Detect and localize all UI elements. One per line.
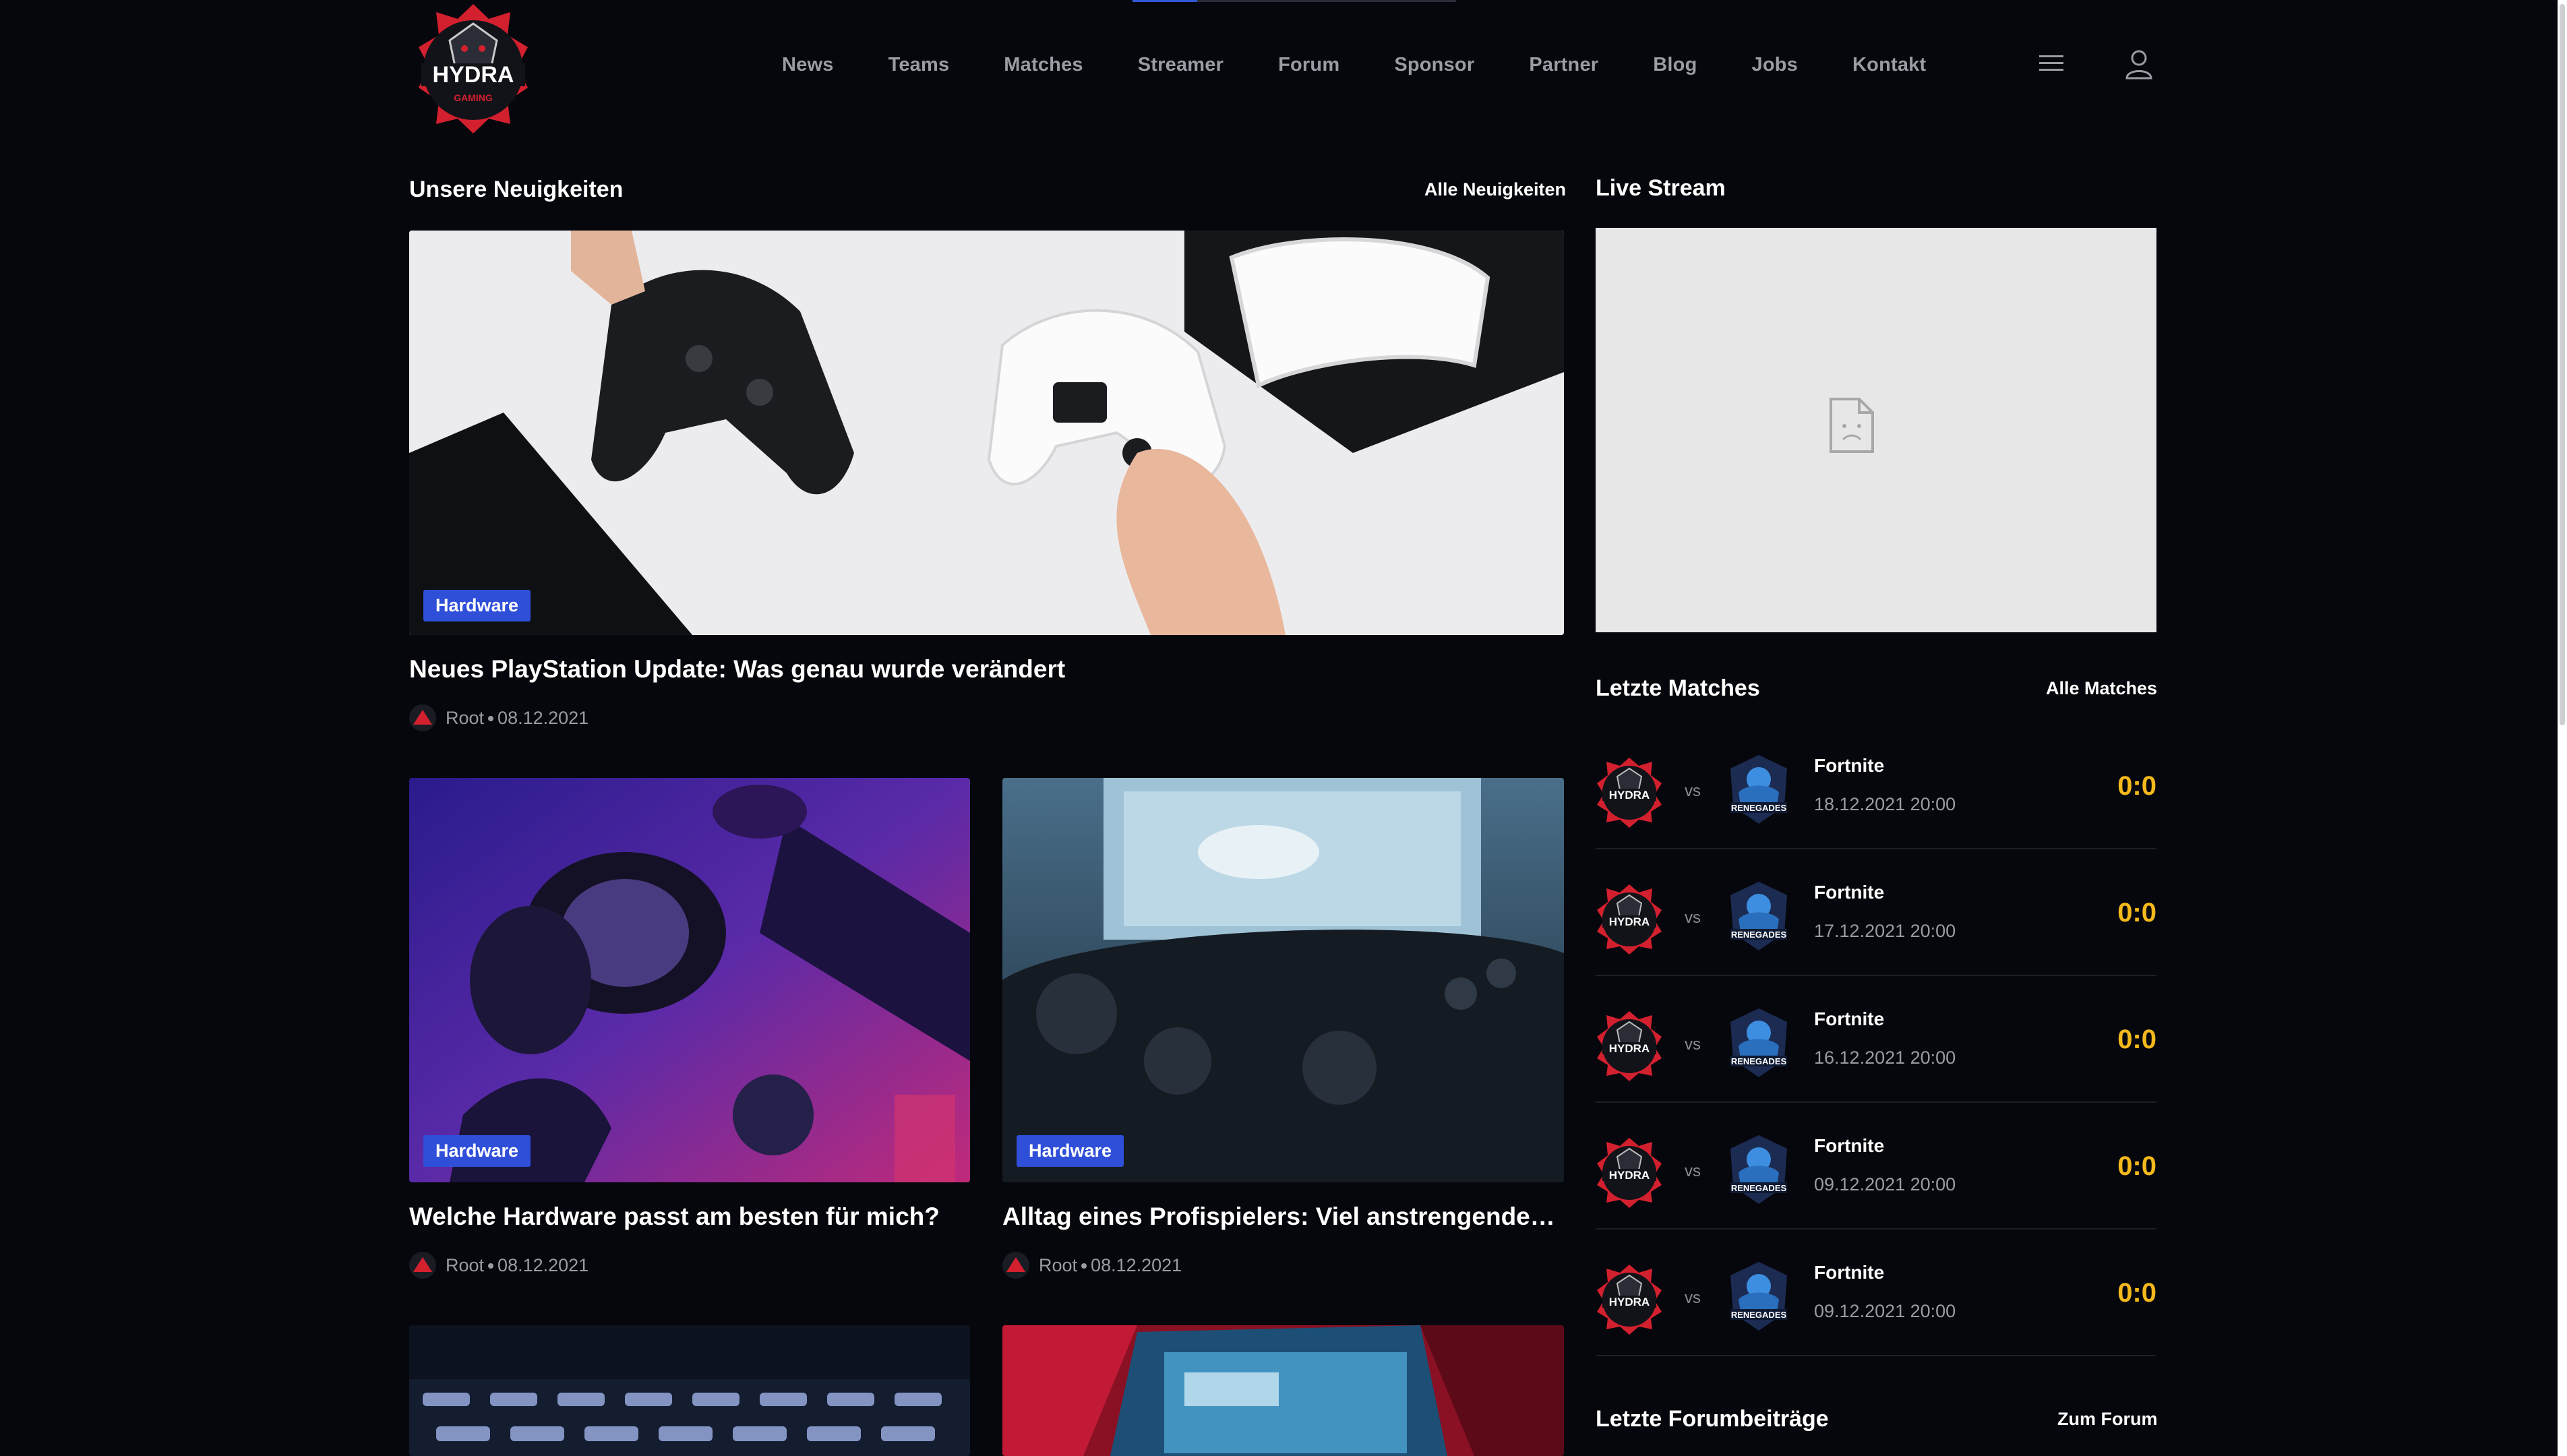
svg-text:HYDRA: HYDRA bbox=[1609, 915, 1650, 928]
nav-news[interactable]: News bbox=[782, 54, 834, 76]
hydra-team-logo: HYDRA bbox=[1596, 1262, 1663, 1336]
category-badge[interactable]: Hardware bbox=[1017, 1135, 1124, 1167]
nav-sponsor[interactable]: Sponsor bbox=[1394, 54, 1474, 76]
author-avatar bbox=[409, 1252, 436, 1279]
hydra-team-logo: HYDRA bbox=[1596, 882, 1663, 956]
nav-streamer[interactable]: Streamer bbox=[1138, 54, 1224, 76]
vs-label: vs bbox=[1685, 782, 1701, 800]
svg-text:RENEGADES: RENEGADES bbox=[1731, 1310, 1787, 1320]
vs-label: vs bbox=[1685, 909, 1701, 927]
author-name: Root bbox=[1039, 1254, 1078, 1275]
logo-wordmark: HYDRA bbox=[433, 62, 514, 88]
site-header: HYDRA GAMING News Teams Matches Streamer… bbox=[409, 0, 2156, 135]
match-score: 0:0 bbox=[2117, 1151, 2156, 1181]
nav-kontakt[interactable]: Kontakt bbox=[1852, 54, 1926, 76]
hydra-logo[interactable]: HYDRA GAMING bbox=[409, 0, 537, 135]
match-row[interactable]: HYDRA vs RENEGADES Fortnite 09.12.2021 20:00… bbox=[1596, 1230, 2156, 1356]
match-game: Fortnite bbox=[1814, 882, 1885, 903]
scrollbar[interactable] bbox=[2558, 0, 2567, 1456]
scrollbar-thumb[interactable] bbox=[2560, 4, 2565, 725]
live-stream-embed[interactable] bbox=[1596, 228, 2156, 632]
forum-section-title: Letzte Forumbeiträge bbox=[1596, 1406, 1829, 1432]
renegades-team-logo: RENEGADES bbox=[1725, 1259, 1792, 1333]
author-avatar bbox=[409, 704, 436, 731]
all-news-link[interactable]: Alle Neuigkeiten bbox=[1424, 179, 1566, 200]
match-row[interactable]: HYDRA vs RENEGADES Fortnite 16.12.2021 20:00… bbox=[1596, 976, 2156, 1103]
svg-text:HYDRA: HYDRA bbox=[1609, 1296, 1650, 1308]
match-score: 0:0 bbox=[2117, 1025, 2156, 1054]
article-image-controller[interactable] bbox=[1002, 778, 1564, 1182]
article-image-monitor[interactable] bbox=[1002, 1325, 1564, 1456]
article-image-keyboard[interactable] bbox=[409, 1325, 970, 1456]
article-title[interactable]: Welche Hardware passt am besten für mich… bbox=[409, 1203, 970, 1231]
author-name: Root bbox=[446, 1254, 485, 1275]
match-game: Fortnite bbox=[1814, 1262, 1885, 1283]
renegades-team-logo: RENEGADES bbox=[1725, 752, 1792, 826]
category-badge[interactable]: Hardware bbox=[423, 1135, 531, 1167]
live-stream-title: Live Stream bbox=[1596, 175, 1726, 201]
main-nav: News Teams Matches Streamer Forum Sponso… bbox=[782, 54, 1981, 76]
match-game: Fortnite bbox=[1814, 1135, 1885, 1156]
vs-label: vs bbox=[1685, 1289, 1701, 1307]
category-badge[interactable]: Hardware bbox=[423, 590, 531, 621]
featured-article-image[interactable] bbox=[409, 231, 1564, 635]
matches-section-title: Letzte Matches bbox=[1596, 675, 1760, 701]
article-meta: Root 08.12.2021 bbox=[1002, 1252, 1182, 1279]
renegades-team-logo: RENEGADES bbox=[1725, 879, 1792, 953]
match-score: 0:0 bbox=[2117, 898, 2156, 928]
vs-label: vs bbox=[1685, 1162, 1701, 1180]
all-matches-link[interactable]: Alle Matches bbox=[2046, 678, 2157, 699]
svg-text:RENEGADES: RENEGADES bbox=[1731, 1056, 1787, 1066]
renegades-team-logo: RENEGADES bbox=[1725, 1132, 1792, 1207]
news-section-title: Unsere Neuigkeiten bbox=[409, 177, 624, 202]
article-date: 08.12.2021 bbox=[497, 1254, 589, 1275]
hydra-team-logo: HYDRA bbox=[1596, 755, 1663, 829]
author-avatar bbox=[1002, 1252, 1029, 1279]
match-row[interactable]: HYDRA vs RENEGADES Fortnite 17.12.2021 20:00… bbox=[1596, 849, 2156, 976]
nav-jobs[interactable]: Jobs bbox=[1752, 54, 1799, 76]
nav-partner[interactable]: Partner bbox=[1529, 54, 1598, 76]
nav-forum[interactable]: Forum bbox=[1278, 54, 1339, 76]
svg-text:HYDRA: HYDRA bbox=[1609, 1169, 1650, 1182]
match-date: 18.12.2021 20:00 bbox=[1814, 794, 1956, 814]
article-title[interactable]: Alltag eines Profispielers: Viel anstren… bbox=[1002, 1203, 1564, 1231]
svg-text:RENEGADES: RENEGADES bbox=[1731, 1183, 1787, 1193]
article-image-headset[interactable] bbox=[409, 778, 970, 1182]
vs-label: vs bbox=[1685, 1035, 1701, 1054]
featured-article-title[interactable]: Neues PlayStation Update: Was genau wurd… bbox=[409, 655, 1564, 684]
hamburger-icon[interactable] bbox=[2038, 51, 2065, 79]
nav-teams[interactable]: Teams bbox=[888, 54, 950, 76]
svg-text:RENEGADES: RENEGADES bbox=[1731, 930, 1787, 940]
match-date: 09.12.2021 20:00 bbox=[1814, 1301, 1956, 1321]
match-date: 16.12.2021 20:00 bbox=[1814, 1048, 1956, 1068]
user-icon[interactable] bbox=[2124, 49, 2154, 84]
svg-text:HYDRA: HYDRA bbox=[1609, 789, 1650, 801]
match-row[interactable]: HYDRA vs RENEGADES Fortnite 09.12.2021 20:00… bbox=[1596, 1103, 2156, 1230]
article-meta: Root 08.12.2021 bbox=[409, 1252, 588, 1279]
match-game: Fortnite bbox=[1814, 1008, 1885, 1029]
author-name: Root bbox=[446, 707, 485, 728]
logo-subtitle: GAMING bbox=[454, 92, 493, 103]
nav-blog[interactable]: Blog bbox=[1653, 54, 1697, 76]
match-score: 0:0 bbox=[2117, 1278, 2156, 1308]
nav-matches[interactable]: Matches bbox=[1004, 54, 1083, 76]
svg-text:HYDRA: HYDRA bbox=[1609, 1042, 1650, 1055]
renegades-team-logo: RENEGADES bbox=[1725, 1006, 1792, 1080]
hydra-team-logo: HYDRA bbox=[1596, 1008, 1663, 1083]
broken-file-icon bbox=[1828, 396, 1875, 458]
match-row[interactable]: HYDRA vs RENEGADES Fortnite 18.12.2021 20:00… bbox=[1596, 723, 2156, 849]
forum-link[interactable]: Zum Forum bbox=[2057, 1409, 2158, 1430]
article-date: 08.12.2021 bbox=[1091, 1254, 1182, 1275]
match-date: 17.12.2021 20:00 bbox=[1814, 921, 1956, 941]
article-date: 08.12.2021 bbox=[497, 707, 589, 728]
hydra-team-logo: HYDRA bbox=[1596, 1135, 1663, 1209]
featured-article-meta: Root 08.12.2021 bbox=[409, 704, 588, 731]
svg-text:RENEGADES: RENEGADES bbox=[1731, 803, 1787, 813]
match-game: Fortnite bbox=[1814, 755, 1885, 776]
match-score: 0:0 bbox=[2117, 771, 2156, 801]
match-date: 09.12.2021 20:00 bbox=[1814, 1174, 1956, 1194]
